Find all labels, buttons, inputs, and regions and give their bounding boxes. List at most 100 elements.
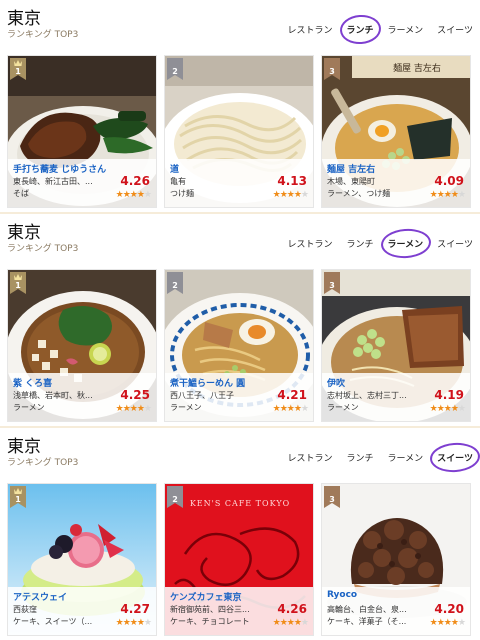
- rank-number: 2: [172, 495, 178, 504]
- shop-area: 新宿御苑前、四谷三...: [170, 605, 250, 614]
- star-icon: ★★★★: [115, 404, 145, 414]
- tab-ramen[interactable]: ラーメン: [381, 19, 431, 40]
- score: 4.20: [434, 602, 464, 616]
- star-icon: ★★★★: [272, 190, 302, 200]
- section-header: 東京 ランキング TOP3 レストラン ランチ ラーメン スイーツ: [0, 428, 480, 480]
- score: 4.09: [434, 174, 464, 188]
- shop-genre: ケーキ、洋菓子（そ...: [327, 617, 407, 626]
- shop-area: 西荻窪: [13, 605, 37, 614]
- star-icon: ★★★★: [115, 190, 145, 200]
- kens-cafe-sign-text: KEN'S CAFE TOKYO: [190, 499, 290, 508]
- card-info: 伊吹 志村坂上、志村三丁... ラーメン 4.19 ★★★★★: [322, 373, 470, 421]
- shop-genre: ラーメン: [13, 403, 45, 412]
- rank-number: 1: [15, 495, 21, 504]
- rank-number: 2: [172, 281, 178, 290]
- category-tabs: レストラン ランチ ラーメン スイーツ: [281, 447, 480, 468]
- star-empty-icon: ★: [457, 404, 466, 414]
- rank-badge: 1: [10, 272, 26, 294]
- star-rating: ★★★★★: [115, 618, 152, 628]
- ranking-card[interactable]: KEN'S CAFE TOKYO 2 ケンズカフェ東京 新宿御苑前、四谷三...…: [164, 483, 314, 636]
- card-info: 道 亀有 つけ麺 4.13 ★★★★★: [165, 159, 313, 207]
- ranking-card[interactable]: 2 煮干鰮らーめん 圓 西八王子、八王子 ラーメン 4.21 ★★★★★: [164, 269, 314, 422]
- rank-badge: 3: [324, 58, 340, 80]
- ranking-cards: 1 紫 くろ喜 浅草橋、岩本町、秋... ラーメン 4.25 ★★★★★ 2 煮…: [7, 269, 471, 422]
- shop-sign-text: 麺屋 吉左右: [393, 62, 441, 74]
- tab-lunch[interactable]: ランチ: [340, 233, 381, 254]
- star-empty-icon: ★: [300, 618, 309, 628]
- shop-genre: ラーメン: [327, 403, 359, 412]
- score: 4.26: [120, 174, 150, 188]
- tab-restaurant[interactable]: レストラン: [281, 19, 340, 40]
- rank-number: 3: [329, 67, 335, 76]
- score: 4.27: [120, 602, 150, 616]
- shop-genre: ラーメン、つけ麺: [327, 189, 391, 198]
- ranking-card[interactable]: 2 道 亀有 つけ麺 4.13 ★★★★★: [164, 55, 314, 208]
- rank-badge: 3: [324, 272, 340, 294]
- star-icon: ★★★★: [272, 618, 302, 628]
- star-empty-icon: ★: [300, 190, 309, 200]
- shop-genre: ケーキ、スイーツ（...: [13, 617, 93, 626]
- tab-ramen[interactable]: ラーメン: [381, 447, 431, 468]
- ranking-card[interactable]: 3 Ryoco 高輪台、白金台、泉... ケーキ、洋菓子（そ... 4.20 ★…: [321, 483, 471, 636]
- shop-genre: つけ麺: [170, 189, 194, 198]
- ranking-card[interactable]: 1 紫 くろ喜 浅草橋、岩本町、秋... ラーメン 4.25 ★★★★★: [7, 269, 157, 422]
- tab-sweets[interactable]: スイーツ: [430, 447, 480, 468]
- shop-area: 西八王子、八王子: [170, 391, 234, 400]
- card-info: 紫 くろ喜 浅草橋、岩本町、秋... ラーメン 4.25 ★★★★★: [8, 373, 156, 421]
- shop-area: 木場、東陽町: [327, 177, 375, 186]
- category-tabs: レストラン ランチ ラーメン スイーツ: [281, 233, 480, 254]
- card-info: 麺屋 吉左右 木場、東陽町 ラーメン、つけ麺 4.09 ★★★★★: [322, 159, 470, 207]
- star-empty-icon: ★: [457, 618, 466, 628]
- ranking-card[interactable]: 1 アテスウェイ 西荻窪 ケーキ、スイーツ（... 4.27 ★★★★★: [7, 483, 157, 636]
- star-rating: ★★★★★: [272, 618, 309, 628]
- shop-genre: ラーメン: [170, 403, 202, 412]
- tab-restaurant[interactable]: レストラン: [281, 447, 340, 468]
- card-info: 手打ち蕎麦 じゆうさん 東長崎、新江古田、... そば 4.26 ★★★★★: [8, 159, 156, 207]
- shop-area: 亀有: [170, 177, 186, 186]
- star-empty-icon: ★: [143, 190, 152, 200]
- ranking-label: ランキング TOP3: [7, 458, 79, 468]
- city-title: 東京: [7, 223, 41, 243]
- star-icon: ★★★★: [429, 618, 459, 628]
- shop-area: 志村坂上、志村三丁...: [327, 391, 407, 400]
- tab-sweets[interactable]: スイーツ: [430, 19, 480, 40]
- card-info: アテスウェイ 西荻窪 ケーキ、スイーツ（... 4.27 ★★★★★: [8, 587, 156, 635]
- rank-badge: 2: [167, 58, 183, 80]
- card-info: ケンズカフェ東京 新宿御苑前、四谷三... ケーキ、チョコレート 4.26 ★★…: [165, 587, 313, 635]
- category-tabs: レストラン ランチ ラーメン スイーツ: [281, 19, 480, 40]
- ranking-card[interactable]: 3 伊吹 志村坂上、志村三丁... ラーメン 4.19 ★★★★★: [321, 269, 471, 422]
- section-header: 東京 ランキング TOP3 レストラン ランチ ラーメン スイーツ: [0, 0, 480, 52]
- star-rating: ★★★★★: [429, 618, 466, 628]
- rank-badge: 1: [10, 486, 26, 508]
- star-icon: ★★★★: [429, 190, 459, 200]
- tab-sweets[interactable]: スイーツ: [430, 233, 480, 254]
- star-icon: ★★★★: [429, 404, 459, 414]
- ranking-section-sweets: 東京 ランキング TOP3 レストラン ランチ ラーメン スイーツ 1 アテスウ…: [0, 428, 480, 640]
- rank-number: 1: [15, 281, 21, 290]
- rank-badge: 2: [167, 486, 183, 508]
- star-icon: ★★★★: [272, 404, 302, 414]
- star-icon: ★★★★: [115, 618, 145, 628]
- ranking-card[interactable]: 麺屋 吉左右 3 麺屋 吉左右 木場、東陽町 ラーメン、つけ麺 4.09 ★★★…: [321, 55, 471, 208]
- tab-lunch[interactable]: ランチ: [340, 19, 381, 40]
- tab-restaurant[interactable]: レストラン: [281, 233, 340, 254]
- ranking-label: ランキング TOP3: [7, 30, 79, 40]
- ranking-label: ランキング TOP3: [7, 244, 79, 254]
- ranking-card[interactable]: 1 手打ち蕎麦 じゆうさん 東長崎、新江古田、... そば 4.26 ★★★★★: [7, 55, 157, 208]
- city-title: 東京: [7, 9, 41, 29]
- shop-area: 東長崎、新江古田、...: [13, 177, 93, 186]
- rank-number: 3: [329, 495, 335, 504]
- tab-lunch[interactable]: ランチ: [340, 447, 381, 468]
- shop-genre: ケーキ、チョコレート: [170, 617, 250, 626]
- rank-badge: 2: [167, 272, 183, 294]
- shop-genre: そば: [13, 189, 29, 198]
- star-empty-icon: ★: [300, 404, 309, 414]
- star-rating: ★★★★★: [429, 404, 466, 414]
- shop-area: 浅草橋、岩本町、秋...: [13, 391, 93, 400]
- shop-name[interactable]: Ryoco: [327, 590, 467, 600]
- tab-ramen[interactable]: ラーメン: [381, 233, 431, 254]
- rank-badge: 1: [10, 58, 26, 80]
- star-empty-icon: ★: [143, 618, 152, 628]
- star-empty-icon: ★: [143, 404, 152, 414]
- shop-area: 高輪台、白金台、泉...: [327, 605, 407, 614]
